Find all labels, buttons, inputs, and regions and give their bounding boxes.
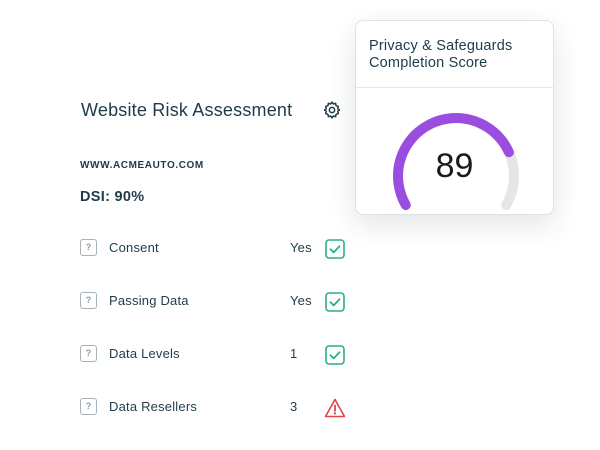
row-label: Data Levels	[109, 346, 180, 361]
help-icon[interactable]: ?	[80, 239, 97, 256]
list-item-data-levels: ? Data Levels 1	[80, 344, 350, 366]
divider	[356, 87, 553, 88]
score-card-title-line2: Completion Score	[369, 55, 488, 71]
dsi-score: DSI: 90%	[80, 189, 145, 205]
list-item-consent: ? Consent Yes	[80, 238, 350, 260]
row-value: 1	[290, 346, 298, 361]
row-value: 3	[290, 399, 298, 414]
help-icon[interactable]: ?	[80, 398, 97, 415]
check-icon	[325, 292, 345, 312]
website-domain: WWW.ACMEAUTO.COM	[80, 160, 204, 171]
help-icon[interactable]: ?	[80, 292, 97, 309]
score-value: 89	[435, 147, 474, 185]
list-item-passing-data: ? Passing Data Yes	[80, 291, 350, 313]
gear-icon[interactable]	[322, 100, 342, 120]
check-icon	[325, 239, 345, 259]
row-label: Consent	[109, 240, 159, 255]
check-icon	[325, 345, 345, 365]
row-value: Yes	[290, 240, 312, 255]
row-label: Data Resellers	[109, 399, 198, 414]
score-card-title-line1: Privacy & Safeguards	[369, 38, 513, 54]
help-icon[interactable]: ?	[80, 345, 97, 362]
list-item-data-resellers: ? Data Resellers 3	[80, 397, 350, 419]
row-label: Passing Data	[109, 293, 189, 308]
score-card-title: Privacy & Safeguards Completion Score	[369, 38, 549, 72]
warning-icon	[324, 398, 346, 418]
page-title: Website Risk Assessment	[81, 100, 293, 120]
score-card: Privacy & Safeguards Completion Score 89	[355, 20, 554, 215]
risk-assessment-widget: Website Risk Assessment WWW.ACMEAUTO.COM…	[0, 0, 600, 450]
row-value: Yes	[290, 293, 312, 308]
